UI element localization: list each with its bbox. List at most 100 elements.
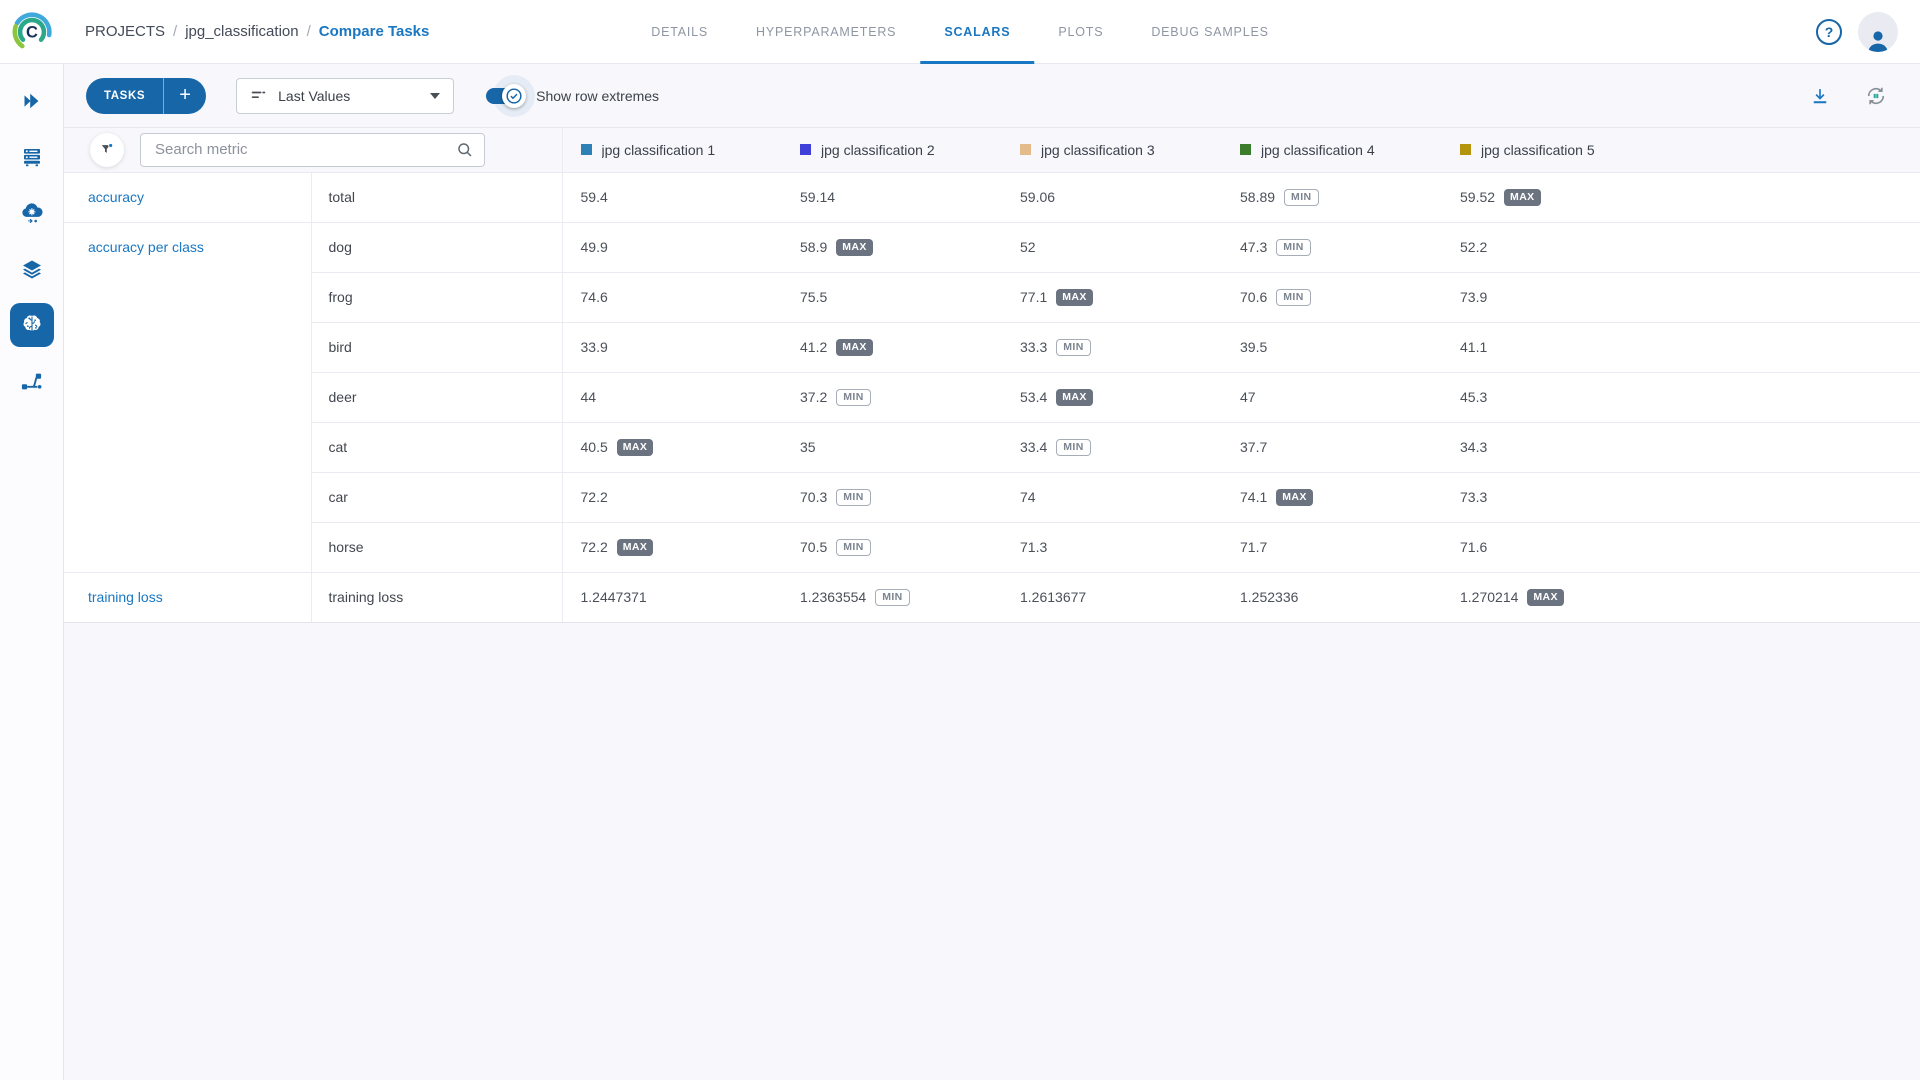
metric-link[interactable]: accuracy [88, 189, 144, 205]
value-cell: 52.2 [1442, 222, 1662, 272]
tab-details[interactable]: DETAILS [627, 0, 732, 64]
variant-cell: dog [311, 222, 562, 272]
help-glyph: ? [1825, 24, 1834, 40]
sidebar-item-expand[interactable] [10, 79, 54, 123]
user-avatar[interactable] [1858, 12, 1898, 52]
search-icon [456, 141, 474, 159]
tab-plots[interactable]: PLOTS [1034, 0, 1127, 64]
tasks-button[interactable]: TASKS [86, 78, 163, 114]
breadcrumb-projects[interactable]: PROJECTS [85, 23, 165, 40]
sidebar-item-datasets[interactable] [10, 247, 54, 291]
max-badge: MAX [617, 539, 654, 556]
metric-row: car72.270.3MIN7474.1MAX73.3 [64, 472, 1920, 522]
min-badge: MIN [836, 489, 870, 506]
value-cell: 41.1 [1442, 322, 1662, 372]
value-cell: 71.7 [1222, 522, 1442, 572]
min-badge: MIN [1276, 239, 1310, 256]
scalars-toolbar: TASKS + Last Values [64, 64, 1920, 128]
metric-value: 74 [1020, 489, 1036, 505]
value-cell: 59.14 [782, 172, 1002, 222]
metric-value: 74.1 [1240, 489, 1267, 505]
metric-cell: accuracy per class [64, 222, 311, 572]
filter-funnel-icon [98, 141, 116, 159]
max-badge: MAX [1527, 589, 1564, 606]
tab-scalars[interactable]: SCALARS [920, 0, 1034, 64]
tab-hyperparameters[interactable]: HYPERPARAMETERS [732, 0, 920, 64]
value-cell: 49.9 [562, 222, 782, 272]
metric-search-input[interactable] [155, 141, 456, 158]
metric-value: 1.2613677 [1020, 589, 1086, 605]
value-cell: 33.3 MIN [1002, 322, 1222, 372]
value-cell: 59.06 [1002, 172, 1222, 222]
metric-value: 34.3 [1460, 439, 1487, 455]
metric-value: 73.3 [1460, 489, 1487, 505]
experiment-color-swatch [581, 144, 592, 155]
max-badge: MAX [617, 439, 654, 456]
value-cell: 35 [782, 422, 1002, 472]
show-row-extremes-toggle[interactable] [486, 88, 523, 104]
experiment-name[interactable]: jpg classification 5 [1481, 142, 1595, 158]
values-mode-dropdown[interactable]: Last Values [236, 78, 454, 114]
sidebar-item-workers-queues[interactable] [10, 135, 54, 179]
metric-row: training losstraining loss1.24473711.236… [64, 572, 1920, 622]
metric-value: 59.4 [581, 189, 608, 205]
max-badge: MAX [1056, 289, 1093, 306]
breadcrumb-project-name[interactable]: jpg_classification [185, 23, 298, 40]
metric-value: 47.3 [1240, 239, 1267, 255]
value-cell: 74 [1002, 472, 1222, 522]
value-cell: 45.3 [1442, 372, 1662, 422]
experiment-name[interactable]: jpg classification 2 [821, 142, 935, 158]
metric-value: 1.252336 [1240, 589, 1298, 605]
min-badge: MIN [836, 539, 870, 556]
value-cell: 71.6 [1442, 522, 1662, 572]
help-icon[interactable]: ? [1816, 19, 1842, 45]
metric-value: 1.270214 [1460, 589, 1518, 605]
metric-value: 49.9 [581, 239, 608, 255]
value-cell: 39.5 [1222, 322, 1442, 372]
show-row-extremes-label: Show row extremes [536, 88, 659, 104]
filter-button[interactable] [90, 133, 124, 167]
max-badge: MAX [1276, 489, 1313, 506]
sidebar-item-pipelines[interactable] [10, 359, 54, 403]
experiment-name[interactable]: jpg classification 4 [1261, 142, 1375, 158]
min-badge: MIN [1056, 439, 1090, 456]
metric-link[interactable]: accuracy per class [88, 239, 204, 255]
metric-link[interactable]: training loss [88, 589, 163, 605]
row-filler [1662, 372, 1920, 422]
experiment-name[interactable]: jpg classification 1 [602, 142, 716, 158]
metric-cell: accuracy [64, 172, 311, 222]
value-cell: 70.6MIN [1222, 272, 1442, 322]
check-circle-icon [505, 87, 523, 105]
sidebar-item-models[interactable] [10, 303, 54, 347]
svg-text:C: C [26, 23, 38, 41]
sidebar-item-applications[interactable] [10, 191, 54, 235]
header-filler [1662, 128, 1920, 172]
metric-value: 33.3 [1020, 339, 1047, 355]
row-filler [1662, 522, 1920, 572]
metric-row: bird33.941.2MAX33.3MIN39.541.1 [64, 322, 1920, 372]
metric-value: 70.5 [800, 539, 827, 555]
metric-value: 41.1 [1460, 339, 1487, 355]
auto-refresh-icon [1864, 84, 1888, 108]
metric-cell: training loss [64, 572, 311, 622]
row-filler [1662, 172, 1920, 222]
auto-refresh-button[interactable] [1862, 82, 1890, 110]
metric-value: 41.2 [800, 339, 827, 355]
person-icon [1865, 28, 1891, 52]
value-cell: 1.270214 MAX [1442, 572, 1662, 622]
breadcrumb: PROJECTS / jpg_classification / Compare … [85, 23, 429, 40]
breadcrumb-current-page: Compare Tasks [319, 23, 430, 40]
experiment-name[interactable]: jpg classification 3 [1041, 142, 1155, 158]
metric-value: 1.2447371 [581, 589, 647, 605]
tab-debug-samples[interactable]: DEBUG SAMPLES [1127, 0, 1292, 64]
metric-row: cat40.5MAX3533.4MIN37.734.3 [64, 422, 1920, 472]
value-cell: 59.52MAX [1442, 172, 1662, 222]
chevron-down-icon [430, 93, 440, 99]
min-badge: MIN [1056, 339, 1090, 356]
brain-icon [19, 312, 45, 338]
metric-search-box [140, 133, 485, 167]
metric-value: 52 [1020, 239, 1036, 255]
download-csv-button[interactable] [1806, 82, 1834, 110]
app-header: C PROJECTS / jpg_classification / Compar… [0, 0, 1920, 64]
add-task-button[interactable]: + [164, 78, 206, 114]
